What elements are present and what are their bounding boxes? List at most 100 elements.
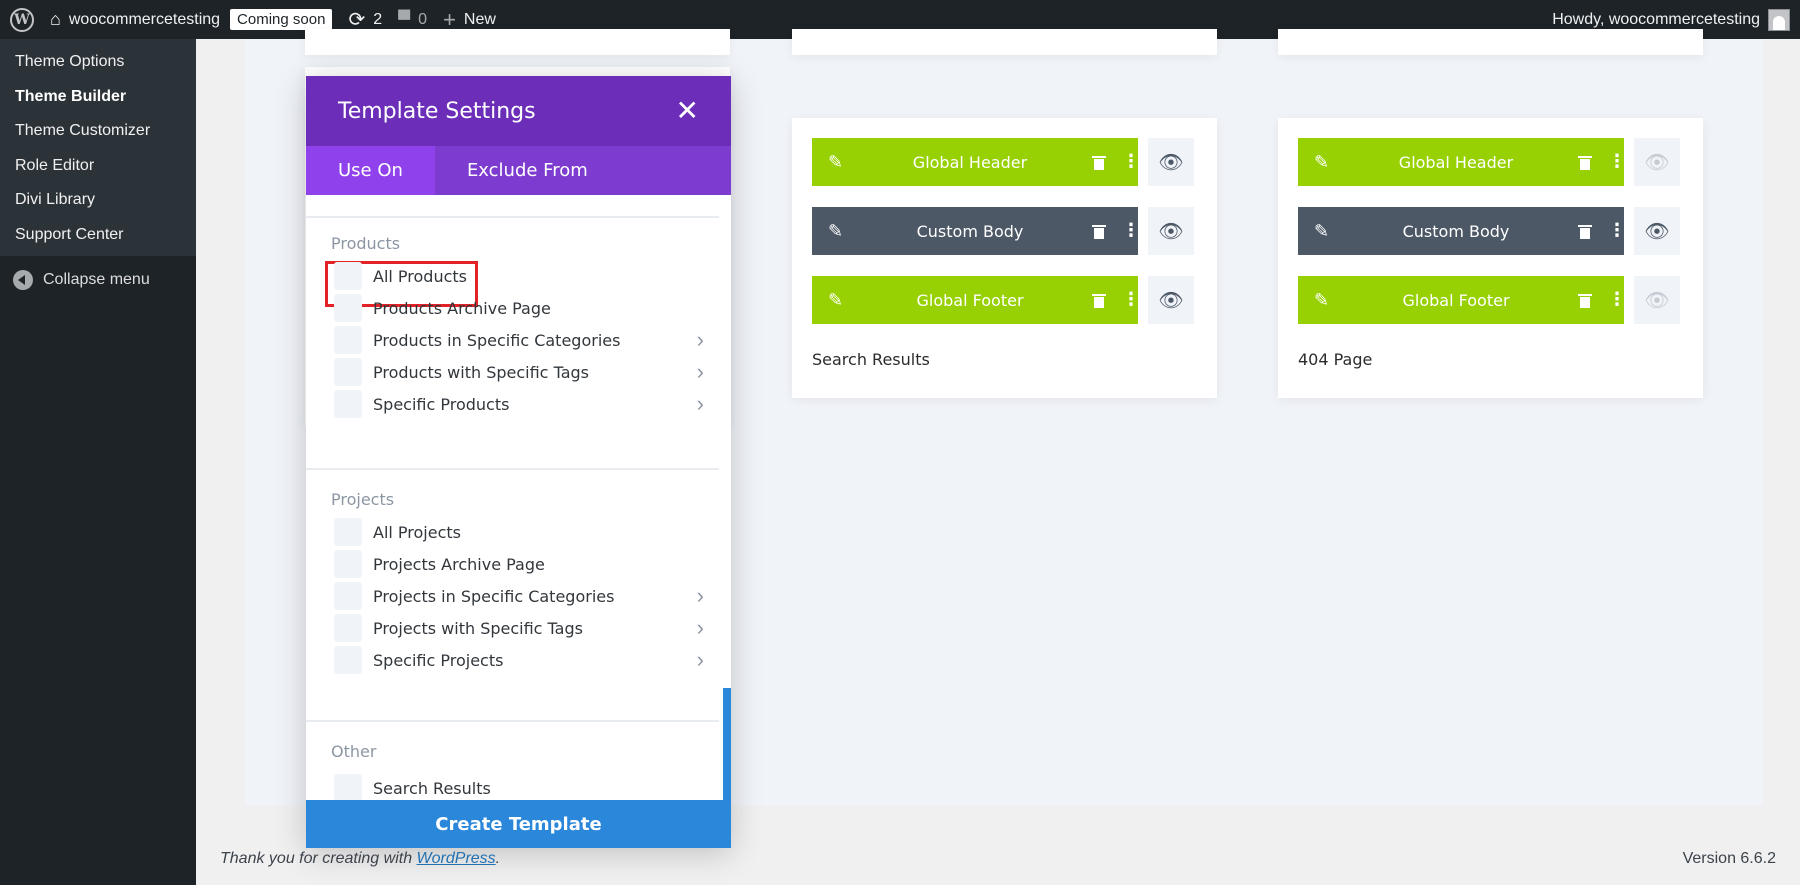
checkbox[interactable] <box>334 326 362 354</box>
option-label: Search Results <box>373 779 491 798</box>
global-header-bar[interactable]: ✎ Global Header ⋮ <box>812 138 1138 186</box>
option-projects-archive-page[interactable]: Projects Archive Page <box>334 549 704 579</box>
account-menu[interactable]: Howdy, woocommercetesting <box>1552 9 1800 31</box>
wordpress-logo-button[interactable]: W <box>0 0 42 39</box>
checkbox[interactable] <box>334 358 362 386</box>
pencil-icon[interactable]: ✎ <box>828 221 848 242</box>
trash-icon[interactable] <box>1092 293 1106 308</box>
option-projects-specific-categories[interactable]: Projects in Specific Categories › <box>334 581 704 611</box>
template-title: Search Results <box>812 350 930 369</box>
more-vertical-icon[interactable]: ⋮ <box>1122 222 1128 240</box>
chevron-right-icon[interactable]: › <box>697 361 704 383</box>
sidebar-item-role-editor[interactable]: Role Editor <box>0 149 196 184</box>
trash-icon[interactable] <box>1578 155 1592 170</box>
pencil-icon[interactable]: ✎ <box>1314 221 1334 242</box>
chevron-right-icon[interactable]: › <box>697 329 704 351</box>
visibility-toggle-button[interactable]: 👁 <box>1634 138 1680 186</box>
checkbox[interactable] <box>334 550 362 578</box>
pencil-icon[interactable]: ✎ <box>828 290 848 311</box>
eye-icon: 👁 <box>1158 288 1183 313</box>
wordpress-link[interactable]: WordPress <box>417 850 496 867</box>
layout-label: Global Footer <box>1334 291 1578 310</box>
more-vertical-icon[interactable]: ⋮ <box>1122 153 1128 171</box>
option-search-results[interactable]: Search Results <box>334 773 704 803</box>
template-row-body: ✎ Custom Body ⋮ 👁 <box>1298 207 1680 255</box>
visibility-toggle-button[interactable]: 👁 <box>1634 207 1680 255</box>
option-products-specific-tags[interactable]: Products with Specific Tags › <box>334 357 704 387</box>
modal-options-list[interactable]: Products All Products Products Archive P… <box>306 195 731 848</box>
comments-icon: ▀ <box>398 10 410 30</box>
trash-icon[interactable] <box>1578 224 1592 239</box>
option-all-products[interactable]: All Products <box>334 261 704 291</box>
option-all-projects[interactable]: All Projects <box>334 517 704 547</box>
layout-label: Global Header <box>848 153 1092 172</box>
trash-icon[interactable] <box>1578 293 1592 308</box>
option-specific-products[interactable]: Specific Products › <box>334 389 704 419</box>
sidebar-item-divi-library[interactable]: Divi Library <box>0 183 196 218</box>
create-template-button[interactable]: Create Template <box>306 800 731 848</box>
visibility-toggle-button[interactable]: 👁 <box>1148 138 1194 186</box>
section-products: Products All Products Products Archive P… <box>306 216 719 436</box>
updates-count: 2 <box>373 11 382 29</box>
visibility-toggle-button[interactable]: 👁 <box>1148 276 1194 324</box>
eye-off-icon: 👁 <box>1644 150 1669 175</box>
section-title: Projects <box>331 490 394 509</box>
footer-thanks-suffix: . <box>496 850 500 867</box>
checkbox[interactable] <box>334 614 362 642</box>
global-header-bar[interactable]: ✎ Global Header ⋮ <box>1298 138 1624 186</box>
pencil-icon[interactable]: ✎ <box>828 152 848 173</box>
checkbox[interactable] <box>334 774 362 802</box>
checkbox[interactable] <box>334 390 362 418</box>
global-footer-bar[interactable]: ✎ Global Footer ⋮ <box>812 276 1138 324</box>
pencil-icon[interactable]: ✎ <box>1314 290 1334 311</box>
sidebar-item-label: Divi Library <box>15 191 95 209</box>
pencil-icon[interactable]: ✎ <box>1314 152 1334 173</box>
section-projects: Projects All Projects Projects Archive P… <box>306 468 719 688</box>
option-products-specific-categories[interactable]: Products in Specific Categories › <box>334 325 704 355</box>
global-footer-bar[interactable]: ✎ Global Footer ⋮ <box>1298 276 1624 324</box>
modal-title: Template Settings <box>338 99 536 124</box>
checkbox[interactable] <box>334 294 362 322</box>
chevron-right-icon[interactable]: › <box>697 617 704 639</box>
checkbox[interactable] <box>334 646 362 674</box>
more-vertical-icon[interactable]: ⋮ <box>1122 291 1128 309</box>
tab-exclude-from[interactable]: Exclude From <box>435 146 620 195</box>
option-label: All Products <box>373 267 467 286</box>
chevron-right-icon[interactable]: › <box>697 585 704 607</box>
section-title: Other <box>331 742 376 761</box>
sidebar-item-theme-options[interactable]: Theme Options <box>0 45 196 80</box>
trash-icon[interactable] <box>1092 155 1106 170</box>
footer-version: Version 6.6.2 <box>1683 850 1776 868</box>
chevron-right-icon[interactable]: › <box>697 393 704 415</box>
custom-body-bar[interactable]: ✎ Custom Body ⋮ <box>1298 207 1624 255</box>
option-specific-projects[interactable]: Specific Projects › <box>334 645 704 675</box>
close-icon[interactable]: ✕ <box>676 97 699 125</box>
divi-submenu: Theme Options Theme Builder Theme Custom… <box>0 39 196 256</box>
sidebar-item-theme-builder[interactable]: Theme Builder <box>0 80 196 115</box>
checkbox[interactable] <box>334 582 362 610</box>
checkbox[interactable] <box>334 262 362 290</box>
trash-icon[interactable] <box>1092 224 1106 239</box>
more-vertical-icon[interactable]: ⋮ <box>1608 153 1614 171</box>
site-name-link[interactable]: ⌂ woocommercetesting <box>42 0 228 39</box>
coming-soon-badge: Coming soon <box>230 9 332 30</box>
tab-use-on[interactable]: Use On <box>306 146 435 195</box>
sidebar-item-support-center[interactable]: Support Center <box>0 218 196 253</box>
visibility-toggle-button[interactable]: 👁 <box>1634 276 1680 324</box>
template-card-partial <box>1278 29 1703 55</box>
option-products-archive-page[interactable]: Products Archive Page <box>334 293 704 323</box>
checkbox[interactable] <box>334 518 362 546</box>
layout-label: Custom Body <box>848 222 1092 241</box>
collapse-menu-button[interactable]: Collapse menu <box>0 260 196 300</box>
more-vertical-icon[interactable]: ⋮ <box>1608 291 1614 309</box>
visibility-toggle-button[interactable]: 👁 <box>1148 207 1194 255</box>
template-card-404: ✎ Global Header ⋮ 👁 ✎ Custom Body ⋮ 👁 ✎ … <box>1278 118 1703 398</box>
custom-body-bar[interactable]: ✎ Custom Body ⋮ <box>812 207 1138 255</box>
more-vertical-icon[interactable]: ⋮ <box>1608 222 1614 240</box>
chevron-right-icon[interactable]: › <box>697 649 704 671</box>
collapse-arrow-icon <box>13 270 33 290</box>
sidebar-item-label: Theme Builder <box>15 88 126 106</box>
sidebar-item-theme-customizer[interactable]: Theme Customizer <box>0 114 196 149</box>
option-projects-specific-tags[interactable]: Projects with Specific Tags › <box>334 613 704 643</box>
sidebar-item-label: Theme Customizer <box>15 122 150 140</box>
